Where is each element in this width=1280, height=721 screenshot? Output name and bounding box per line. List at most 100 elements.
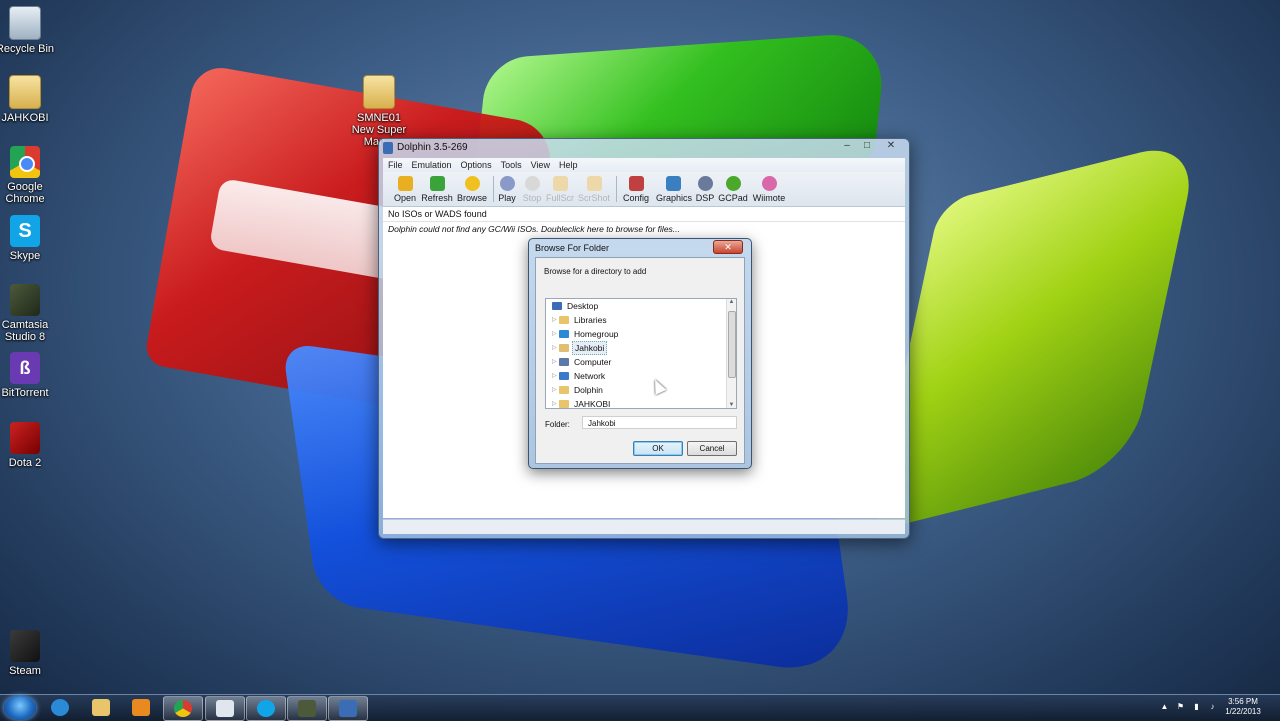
dialog-title: Browse For Folder (535, 243, 610, 253)
speaker-icon (697, 176, 713, 191)
network-icon (559, 372, 569, 380)
menu-view[interactable]: View (526, 158, 554, 172)
desktop-icon-recycle-bin[interactable]: Recycle Bin (0, 6, 57, 55)
monitor-icon (665, 176, 681, 191)
menu-help[interactable]: Help (554, 158, 582, 172)
expand-arrow-icon[interactable]: ▷ (552, 383, 558, 397)
tree-item-desktop[interactable]: Desktop (546, 299, 726, 313)
folder-input[interactable]: Jahkobi (582, 416, 737, 429)
play-icon (499, 176, 515, 191)
folder-open-icon (397, 176, 413, 191)
folder-icon (559, 386, 569, 394)
tree-scrollbar[interactable]: ▲ ▼ (726, 299, 736, 408)
dota-2-icon (10, 422, 40, 454)
tree-item-jahkobi-folder[interactable]: ▷ JAHKOBI (546, 397, 726, 408)
screenshot-button[interactable]: ScrShot (577, 174, 611, 203)
taskbar-explorer[interactable] (82, 696, 120, 719)
libraries-icon (559, 316, 569, 324)
cancel-button[interactable]: Cancel (687, 441, 737, 456)
tree-item-computer[interactable]: ▷ Computer (546, 355, 726, 369)
taskbar-media-player[interactable] (122, 696, 160, 719)
toolbar-separator (616, 176, 617, 202)
maximize-button[interactable]: □ (857, 139, 877, 153)
ok-button[interactable]: OK (633, 441, 683, 456)
action-center-flag-icon[interactable]: ⚑ (1176, 702, 1185, 711)
fullscreen-button[interactable]: FullScr (543, 174, 577, 203)
show-hidden-icons-arrow-icon[interactable]: ▲ (1160, 702, 1169, 711)
skype-icon (257, 700, 275, 717)
tree-item-network[interactable]: ▷ Network (546, 369, 726, 383)
dialog-body: Browse for a directory to add Desktop ▷ … (535, 257, 745, 464)
wiimote-button[interactable]: Wiimote (750, 174, 788, 203)
menu-file[interactable]: File (383, 158, 407, 172)
volume-icon[interactable]: ♪ (1208, 702, 1217, 711)
desktop-icon-steam[interactable]: Steam (0, 630, 57, 677)
start-button[interactable] (4, 696, 36, 720)
clock[interactable]: 3:56 PM 1/22/2013 (1218, 697, 1268, 717)
tree-item-libraries[interactable]: ▷ Libraries (546, 313, 726, 327)
scrollbar-thumb[interactable] (728, 311, 736, 378)
window-title: Dolphin 3.5-269 (397, 142, 468, 153)
expand-arrow-icon[interactable]: ▷ (552, 327, 558, 341)
explorer-icon (92, 699, 110, 716)
desktop-icon-dota-2[interactable]: Dota 2 (0, 422, 57, 469)
minimize-button[interactable]: – (837, 139, 857, 153)
close-button[interactable]: ✕ (881, 139, 901, 153)
gcpad-button[interactable]: GCPad (716, 174, 750, 203)
taskbar-internet-explorer[interactable] (41, 696, 79, 719)
taskbar-camtasia[interactable] (287, 696, 327, 721)
folder-tree[interactable]: Desktop ▷ Libraries ▷ Homegroup ▷ Jahkob… (545, 298, 737, 409)
browse-button[interactable]: Browse (455, 174, 489, 203)
menu-options[interactable]: Options (456, 158, 496, 172)
taskbar-skype[interactable] (246, 696, 286, 721)
scroll-down-arrow-icon[interactable]: ▼ (727, 402, 736, 408)
screenshot-icon (586, 176, 602, 191)
menu-emulation[interactable]: Emulation (407, 158, 456, 172)
desktop-icon-camtasia[interactable]: Camtasia Studio 8 (0, 284, 57, 343)
chrome-icon (10, 146, 40, 178)
chrome-icon (174, 700, 192, 717)
expand-arrow-icon[interactable]: ▷ (552, 369, 558, 383)
folder-icon (9, 75, 41, 109)
desktop-icon-bittorrent[interactable]: ß BitTorrent (0, 352, 57, 399)
expand-arrow-icon[interactable]: ▷ (552, 397, 558, 408)
no-games-message[interactable]: Dolphin could not find any GC/Wii ISOs. … (383, 222, 905, 236)
skype-icon: S (10, 215, 40, 247)
desktop-icon-skype[interactable]: S Skype (0, 215, 57, 262)
status-bar (383, 519, 905, 534)
tree-item-dolphin[interactable]: ▷ Dolphin (546, 383, 726, 397)
taskbar-chrome[interactable] (163, 696, 203, 721)
user-folder-icon (559, 344, 569, 352)
taskbar-dolphin[interactable] (328, 696, 368, 721)
menu-tools[interactable]: Tools (496, 158, 526, 172)
tree-item-homegroup[interactable]: ▷ Homegroup (546, 327, 726, 341)
window-titlebar[interactable]: Dolphin 3.5-269 (379, 139, 909, 157)
open-button[interactable]: Open (388, 174, 422, 203)
taskbar: ▲ ⚑ ▮ ♪ 3:56 PM 1/22/2013 (0, 694, 1280, 721)
desktop-icon-jahkobi[interactable]: JAHKOBI (0, 75, 57, 124)
refresh-button[interactable]: Refresh (420, 174, 454, 203)
folder-icon (559, 400, 569, 408)
expand-arrow-icon[interactable]: ▷ (552, 313, 558, 327)
dialog-close-button[interactable]: ✕ (713, 240, 743, 254)
dolphin-icon (383, 142, 393, 154)
taskbar-notepad[interactable] (205, 696, 245, 721)
desktop-icon (552, 302, 562, 310)
expand-arrow-icon[interactable]: ▷ (552, 341, 558, 355)
clock-time: 3:56 PM (1228, 697, 1258, 706)
homegroup-icon (559, 330, 569, 338)
scroll-up-arrow-icon[interactable]: ▲ (727, 299, 736, 305)
folder-label: Folder: (545, 420, 570, 429)
camtasia-icon (10, 284, 40, 316)
dialog-prompt: Browse for a directory to add (544, 267, 647, 276)
wiimote-icon (761, 176, 777, 191)
tree-item-jahkobi-selected[interactable]: ▷ Jahkobi (546, 341, 726, 355)
internet-explorer-icon (51, 699, 69, 716)
graphics-button[interactable]: Graphics (656, 174, 692, 203)
star-icon (464, 176, 480, 191)
network-tray-icon[interactable]: ▮ (1192, 702, 1201, 711)
expand-arrow-icon[interactable]: ▷ (552, 355, 558, 369)
clock-date: 1/22/2013 (1225, 707, 1261, 716)
desktop-icon-google-chrome[interactable]: Google Chrome (0, 146, 57, 205)
config-button[interactable]: Config (619, 174, 653, 203)
